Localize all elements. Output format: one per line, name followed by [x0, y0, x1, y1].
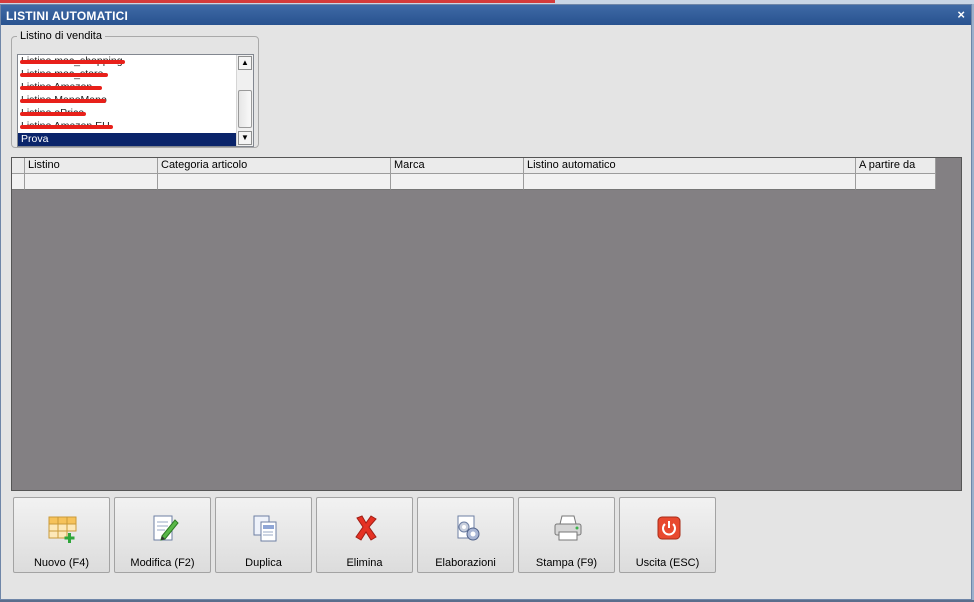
listini-automatici-window: LISTINI AUTOMATICI × Listino di vendita … [0, 4, 972, 600]
column-header-listino-automatico[interactable]: Listino automatico [524, 158, 856, 174]
stampa-label: Stampa (F9) [535, 557, 598, 569]
edit-document-icon [153, 515, 179, 541]
list-item[interactable]: Listino moc_shopping [18, 55, 236, 68]
cell-listino[interactable] [25, 174, 158, 190]
row-indicator[interactable] [12, 174, 25, 190]
duplica-button[interactable]: Duplica [215, 497, 312, 573]
column-header-a-partire-da[interactable]: A partire da [856, 158, 936, 174]
elaborazioni-button[interactable]: Elaborazioni [417, 497, 514, 573]
list-item[interactable]: Listino ePrice [18, 107, 236, 120]
elaborazioni-label: Elaborazioni [435, 557, 496, 569]
row-indicator-header [12, 158, 25, 174]
uscita-label: Uscita (ESC) [635, 557, 700, 569]
title-bar: LISTINI AUTOMATICI × [1, 5, 971, 25]
elimina-button[interactable]: Elimina [316, 497, 413, 573]
list-item[interactable]: Listino Amazon [18, 81, 236, 94]
close-icon[interactable]: × [957, 7, 965, 22]
printer-icon [554, 515, 582, 541]
cell-categoria-articolo[interactable] [158, 174, 391, 190]
nuovo-button[interactable]: Nuovo (F4) [13, 497, 110, 573]
duplicate-icon [253, 515, 277, 542]
grid-add-icon [48, 516, 77, 543]
modifica-button[interactable]: Modifica (F2) [114, 497, 211, 573]
duplica-label: Duplica [245, 557, 282, 569]
scroll-down-icon[interactable]: ▼ [238, 131, 252, 145]
listbox-scrollbar[interactable]: ▲ ▼ [236, 55, 253, 146]
stampa-button[interactable]: Stampa (F9) [518, 497, 615, 573]
list-item-selected[interactable]: Prova [18, 133, 236, 146]
scroll-up-icon[interactable]: ▲ [238, 56, 252, 70]
list-item[interactable]: Listino Amazon EU [18, 120, 236, 133]
listini-grid[interactable]: Listino Categoria articolo Marca Listino… [11, 157, 962, 491]
cell-marca[interactable] [391, 174, 524, 190]
uscita-button[interactable]: Uscita (ESC) [619, 497, 716, 573]
scroll-thumb[interactable] [238, 90, 252, 128]
listino-vendita-listbox[interactable]: Listino moc_shopping Listino moc_store L… [17, 54, 254, 147]
elimina-label: Elimina [346, 557, 383, 569]
list-item[interactable]: Listino ManoMano [18, 94, 236, 107]
column-header-categoria-articolo[interactable]: Categoria articolo [158, 158, 391, 174]
background-window-edge [0, 0, 555, 3]
nuovo-label: Nuovo (F4) [33, 557, 90, 569]
delete-x-icon [355, 515, 377, 541]
modifica-label: Modifica (F2) [130, 557, 195, 569]
gear-document-icon [457, 515, 480, 541]
column-header-marca[interactable]: Marca [391, 158, 524, 174]
list-item[interactable]: Listino moc_store [18, 68, 236, 81]
cell-a-partire-da[interactable] [856, 174, 936, 190]
column-header-listino[interactable]: Listino [25, 158, 158, 174]
power-icon [657, 516, 681, 540]
grid-header: Listino Categoria articolo Marca Listino… [12, 158, 936, 174]
table-row[interactable] [12, 174, 936, 190]
cell-listino-automatico[interactable] [524, 174, 856, 190]
listino-vendita-group: Listino di vendita Listino moc_shopping … [11, 30, 259, 148]
listino-vendita-legend: Listino di vendita [20, 30, 102, 42]
window-title: LISTINI AUTOMATICI [6, 9, 129, 23]
